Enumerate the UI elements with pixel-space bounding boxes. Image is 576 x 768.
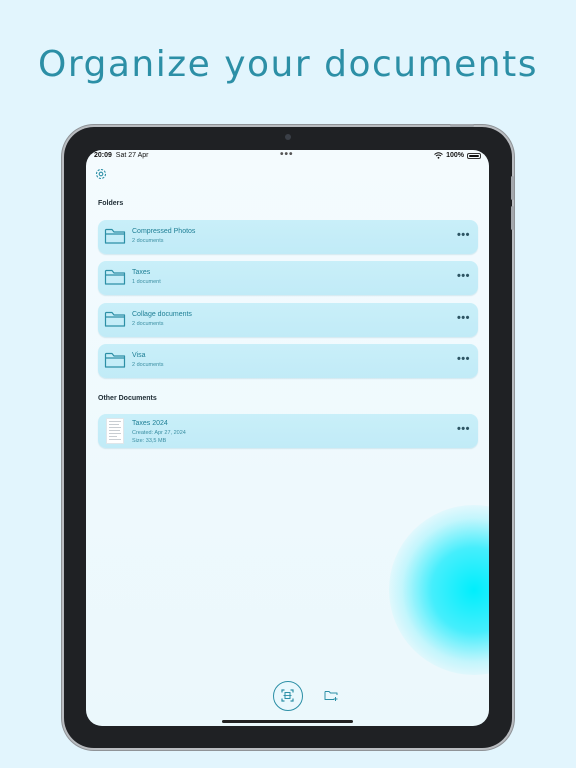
- more-dots-icon[interactable]: •••: [457, 270, 470, 282]
- scan-document-icon: [281, 689, 294, 702]
- battery-icon: [467, 152, 481, 159]
- folder-row[interactable]: Compressed Photos 2 documents •••: [98, 220, 478, 254]
- new-folder-icon[interactable]: [324, 688, 338, 702]
- volume-button-up: [511, 176, 514, 200]
- folder-icon: [104, 352, 126, 368]
- document-thumbnail: [106, 418, 124, 444]
- volume-button-down: [511, 206, 514, 230]
- folders-section-label: Folders: [98, 200, 124, 207]
- other-documents-section-label: Other Documents: [98, 395, 157, 402]
- document-size: Size: 33,5 MB: [132, 438, 167, 444]
- more-dots-icon[interactable]: •••: [457, 312, 470, 324]
- folder-icon: [104, 269, 126, 285]
- more-dots-icon[interactable]: •••: [457, 423, 470, 435]
- more-dots-icon[interactable]: •••: [457, 229, 470, 241]
- app-screen: 20:09 Sat 27 Apr ••• 100% Folders Compre…: [86, 150, 489, 726]
- bottom-toolbar: [86, 676, 489, 726]
- folder-row[interactable]: Collage documents 2 documents •••: [98, 303, 478, 337]
- folder-icon: [104, 311, 126, 327]
- battery-percent: 100%: [446, 152, 464, 159]
- document-row[interactable]: Taxes 2024 Created: Apr 27, 2024 Size: 3…: [98, 414, 478, 448]
- more-dots-icon[interactable]: •••: [457, 353, 470, 365]
- folder-count: 1 document: [132, 279, 161, 285]
- folder-count: 2 documents: [132, 238, 164, 244]
- status-right: 100%: [434, 152, 481, 159]
- folder-name: Compressed Photos: [132, 228, 196, 235]
- folder-count: 2 documents: [132, 362, 164, 368]
- decorative-glow: [389, 505, 489, 675]
- multitasking-dots-icon[interactable]: •••: [280, 150, 294, 160]
- folder-name: Taxes: [132, 269, 151, 276]
- folder-icon: [104, 228, 126, 244]
- top-button: [450, 124, 474, 127]
- headline: Organize your documents: [37, 44, 538, 85]
- status-time-value: 20:09: [94, 152, 112, 159]
- folder-row[interactable]: Taxes 1 document •••: [98, 261, 478, 295]
- folder-name: Collage documents: [132, 311, 192, 318]
- folder-name: Visa: [132, 352, 146, 359]
- wifi-icon: [434, 152, 443, 159]
- status-date: Sat 27 Apr: [115, 152, 149, 159]
- document-created: Created: Apr 27, 2024: [132, 430, 186, 436]
- status-bar: 20:09 Sat 27 Apr ••• 100%: [86, 150, 489, 164]
- gear-icon[interactable]: [94, 167, 108, 181]
- status-time: 20:09 Sat 27 Apr: [94, 152, 149, 159]
- document-name: Taxes 2024: [132, 420, 168, 427]
- home-indicator[interactable]: [222, 720, 353, 723]
- scan-document-button[interactable]: [273, 681, 303, 711]
- folder-count: 2 documents: [132, 321, 164, 327]
- front-camera: [285, 134, 291, 140]
- folder-row[interactable]: Visa 2 documents •••: [98, 344, 478, 378]
